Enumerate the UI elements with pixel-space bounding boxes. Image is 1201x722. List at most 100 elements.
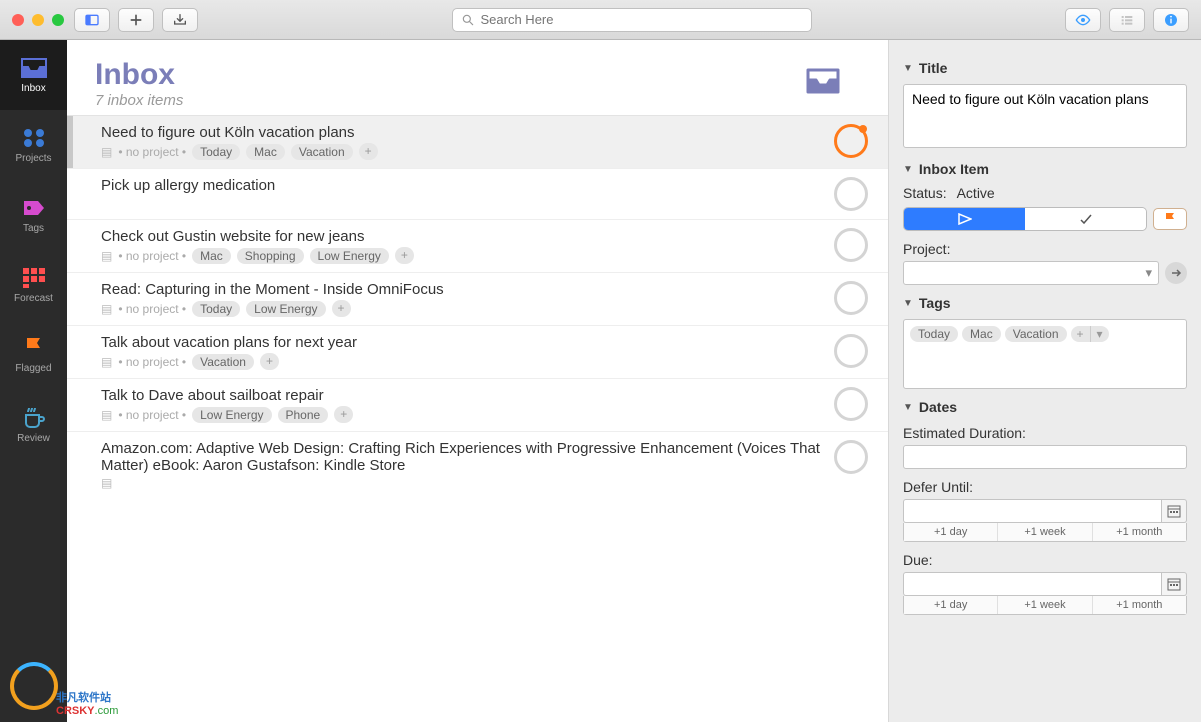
task-status-circle[interactable] xyxy=(834,281,868,315)
task-row[interactable]: Talk to Dave about sailboat repair▤• no … xyxy=(67,378,888,431)
inspector-button[interactable] xyxy=(1153,8,1189,32)
disclosure-triangle-icon: ▼ xyxy=(903,63,913,74)
inspector-title-header[interactable]: ▼Title xyxy=(903,60,1187,76)
task-tag[interactable]: Mac xyxy=(246,144,285,160)
window-controls xyxy=(12,14,64,26)
search-input[interactable] xyxy=(481,12,803,27)
task-tag[interactable]: Low Energy xyxy=(246,301,325,317)
task-status-circle[interactable] xyxy=(834,177,868,211)
sidebar-item-flagged[interactable]: Flagged xyxy=(0,320,67,390)
task-row[interactable]: Check out Gustin website for new jeans▤•… xyxy=(67,219,888,272)
status-onhold-button[interactable] xyxy=(1025,208,1146,230)
inbox-tray-icon xyxy=(21,57,47,79)
defer-calendar-button[interactable] xyxy=(1161,499,1187,523)
disclosure-triangle-icon: ▼ xyxy=(903,164,913,175)
view-button[interactable] xyxy=(1065,8,1101,32)
add-tag-button[interactable]: + xyxy=(334,406,353,423)
project-select[interactable]: ▾ xyxy=(903,261,1159,285)
search-field[interactable] xyxy=(452,8,812,32)
new-item-button[interactable] xyxy=(118,8,154,32)
no-project-label: • no project • xyxy=(118,355,186,369)
sidebar-item-label: Inbox xyxy=(21,83,45,94)
inspector-tags-header[interactable]: ▼Tags xyxy=(903,295,1187,311)
task-row[interactable]: Amazon.com: Adaptive Web Design: Craftin… xyxy=(67,431,888,498)
task-tag[interactable]: Shopping xyxy=(237,248,304,264)
sidebar-item-tags[interactable]: Tags xyxy=(0,180,67,250)
inspector-tag[interactable]: Mac xyxy=(962,326,1001,342)
task-status-circle[interactable] xyxy=(834,228,868,262)
task-title: Check out Gustin website for new jeans xyxy=(101,228,822,245)
note-icon: ▤ xyxy=(101,476,112,490)
task-row[interactable]: Talk about vacation plans for next year ▤… xyxy=(67,325,888,378)
inspector-pane: ▼Title ▼Inbox Item Status: Active Projec… xyxy=(889,40,1201,722)
note-icon: ▤ xyxy=(101,302,112,316)
sidebar-item-label: Review xyxy=(17,433,50,444)
task-tag[interactable]: Mac xyxy=(192,248,231,264)
task-tag[interactable]: Vacation xyxy=(192,354,254,370)
note-icon: ▤ xyxy=(101,355,112,369)
defer-until-input[interactable] xyxy=(903,499,1161,523)
task-meta: ▤• no project •TodayLow Energy+ xyxy=(101,300,822,317)
task-row[interactable]: Read: Capturing in the Moment - Inside O… xyxy=(67,272,888,325)
add-tag-button[interactable]: + xyxy=(395,247,414,264)
quick-date-button[interactable]: +1 day xyxy=(904,596,998,614)
add-tag-button[interactable]: + xyxy=(332,300,351,317)
coffee-icon xyxy=(21,407,47,429)
chevron-down-icon: ▾ xyxy=(1145,265,1152,281)
task-title: Read: Capturing in the Moment - Inside O… xyxy=(101,281,822,298)
quick-date-button[interactable]: +1 day xyxy=(904,523,998,541)
task-tag[interactable]: Low Energy xyxy=(192,407,271,423)
add-tag-button[interactable]: + xyxy=(260,353,279,370)
projects-icon xyxy=(21,127,47,149)
zoom-window-button[interactable] xyxy=(52,14,64,26)
window-titlebar xyxy=(0,0,1201,40)
task-tag[interactable]: Low Energy xyxy=(310,248,389,264)
task-title: Talk about vacation plans for next year xyxy=(101,334,822,351)
list-view-button[interactable] xyxy=(1109,8,1145,32)
quick-date-button[interactable]: +1 month xyxy=(1093,523,1186,541)
sidebar-item-projects[interactable]: Projects xyxy=(0,110,67,180)
inspector-tag[interactable]: Today xyxy=(910,326,958,342)
task-status-circle[interactable] xyxy=(834,440,868,474)
task-tag[interactable]: Today xyxy=(192,301,240,317)
sidebar-item-review[interactable]: Review xyxy=(0,390,67,460)
task-meta: ▤ xyxy=(101,476,822,490)
page-subtitle: 7 inbox items xyxy=(95,92,183,109)
task-tag[interactable]: Today xyxy=(192,144,240,160)
due-input[interactable] xyxy=(903,572,1161,596)
task-meta: ▤ • no project • Vacation + xyxy=(101,353,822,370)
tags-field[interactable]: TodayMacVacation+▾ xyxy=(903,319,1187,389)
task-row[interactable]: Pick up allergy medication xyxy=(67,168,888,219)
sidebar-item-inbox[interactable]: Inbox xyxy=(0,40,67,110)
task-tag[interactable]: Phone xyxy=(278,407,329,423)
task-title: Pick up allergy medication xyxy=(101,177,822,194)
task-row[interactable]: Need to figure out Köln vacation plans▤•… xyxy=(67,115,888,168)
task-tag[interactable]: Vacation xyxy=(291,144,353,160)
page-title: Inbox xyxy=(95,58,183,92)
no-project-label: • no project • xyxy=(118,408,186,422)
inspector-dates-header[interactable]: ▼Dates xyxy=(903,399,1187,415)
close-window-button[interactable] xyxy=(12,14,24,26)
quick-date-button[interactable]: +1 week xyxy=(998,523,1092,541)
quick-date-button[interactable]: +1 month xyxy=(1093,596,1186,614)
inspector-add-tag[interactable]: +▾ xyxy=(1071,326,1109,342)
quick-date-button[interactable]: +1 week xyxy=(998,596,1092,614)
task-meta: ▤• no project •MacShoppingLow Energy+ xyxy=(101,247,822,264)
estimated-duration-input[interactable] xyxy=(903,445,1187,469)
task-status-circle[interactable] xyxy=(834,334,868,368)
task-status-circle[interactable] xyxy=(834,124,868,158)
due-calendar-button[interactable] xyxy=(1161,572,1187,596)
inspector-inbox-item-header[interactable]: ▼Inbox Item xyxy=(903,161,1187,177)
toggle-sidebar-button[interactable] xyxy=(74,8,110,32)
add-tag-button[interactable]: + xyxy=(359,143,378,160)
minimize-window-button[interactable] xyxy=(32,14,44,26)
title-input[interactable] xyxy=(903,84,1187,148)
flag-toggle-button[interactable] xyxy=(1153,208,1187,230)
quick-entry-button[interactable] xyxy=(162,8,198,32)
task-status-circle[interactable] xyxy=(834,387,868,421)
sidebar-item-forecast[interactable]: Forecast xyxy=(0,250,67,320)
goto-project-button[interactable] xyxy=(1165,262,1187,284)
inspector-tag[interactable]: Vacation xyxy=(1005,326,1067,342)
due-label: Due: xyxy=(903,552,1187,568)
status-active-button[interactable] xyxy=(904,208,1025,230)
